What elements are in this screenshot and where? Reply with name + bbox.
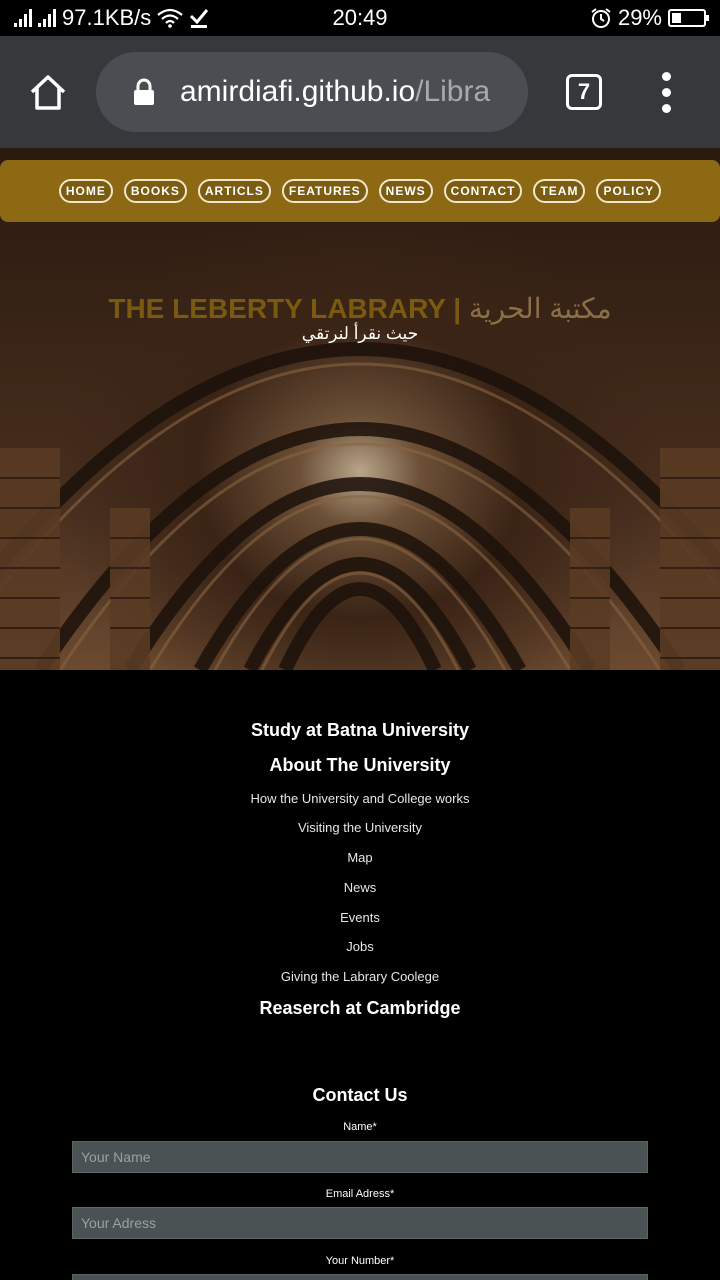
url-host: amirdiafi.github.io (180, 75, 416, 108)
nav-home[interactable]: HOME (58, 179, 113, 203)
name-label: Name* (343, 1121, 377, 1133)
nav-books[interactable]: BOOKS (123, 179, 187, 203)
footer: Study at Batna University About The Univ… (0, 670, 720, 1280)
overflow-menu-button[interactable] (660, 71, 672, 113)
nav-articls[interactable]: ARTICLS (197, 179, 271, 203)
battery-percent: 29% (617, 5, 662, 30)
name-input[interactable] (72, 1141, 648, 1173)
link-news[interactable]: News (0, 880, 720, 895)
contact-heading: Contact Us (312, 1085, 408, 1105)
number-input[interactable] (72, 1274, 648, 1280)
library-arches-image (0, 342, 720, 670)
home-icon (30, 75, 66, 110)
site-title: THE LEBERTY LABRARY | مكتبة الحرية (0, 292, 720, 325)
battery-fill (672, 13, 681, 23)
wifi-icon (157, 8, 183, 28)
site-title-en: THE LEBERTY LABRARY (108, 293, 446, 324)
site-tagline: حيث نقرأ لنرتقي (301, 324, 419, 343)
tab-switcher-button[interactable]: 7 (566, 74, 602, 110)
nav-news[interactable]: NEWS (378, 179, 433, 203)
alarm-icon (591, 8, 611, 28)
address-bar[interactable]: amirdiafi.github.io/Libra (96, 52, 528, 132)
hero-banner: HOME BOOKS ARTICLS FEATURES NEWS CONTACT… (0, 148, 720, 670)
email-label: Email Adress* (325, 1188, 395, 1200)
number-label: Your Number* (325, 1255, 395, 1267)
link-map[interactable]: Map (0, 850, 720, 865)
status-left: 97.1KB/s (14, 5, 209, 31)
battery-icon (668, 9, 709, 27)
nav-team[interactable]: TEAM (533, 179, 586, 203)
status-right: 29% (590, 5, 709, 31)
status-bar: 97.1KB/s 20:49 29% (0, 0, 720, 36)
download-done-icon (190, 9, 209, 28)
lock-icon (130, 74, 158, 110)
nav-policy[interactable]: POLICY (596, 179, 662, 203)
heading-study[interactable]: Study at Batna University (0, 720, 720, 741)
link-events[interactable]: Events (0, 910, 720, 925)
nav-features[interactable]: FEATURES (281, 179, 368, 203)
url-path: /Libra (415, 75, 491, 108)
signal-icon (14, 9, 32, 27)
link-jobs[interactable]: Jobs (0, 939, 720, 954)
link-visiting[interactable]: Visiting the University (0, 820, 720, 835)
link-how-university-works[interactable]: How the University and College works (0, 791, 720, 806)
heading-research[interactable]: Reaserch at Cambridge (0, 998, 720, 1019)
link-giving[interactable]: Giving the Labrary Coolege (0, 969, 720, 984)
browser-toolbar: amirdiafi.github.io/Libra 7 (0, 36, 720, 148)
nav-contact[interactable]: CONTACT (443, 179, 523, 203)
title-separator: | (453, 293, 462, 324)
site-title-ar: مكتبة الحرية (468, 293, 612, 324)
heading-about[interactable]: About The University (0, 755, 720, 776)
site-nav: HOME BOOKS ARTICLS FEATURES NEWS CONTACT… (0, 160, 720, 222)
home-button[interactable] (0, 36, 96, 148)
signal-icon-2 (38, 9, 56, 27)
network-speed: 97.1KB/s (62, 5, 152, 30)
email-input[interactable] (72, 1207, 648, 1239)
